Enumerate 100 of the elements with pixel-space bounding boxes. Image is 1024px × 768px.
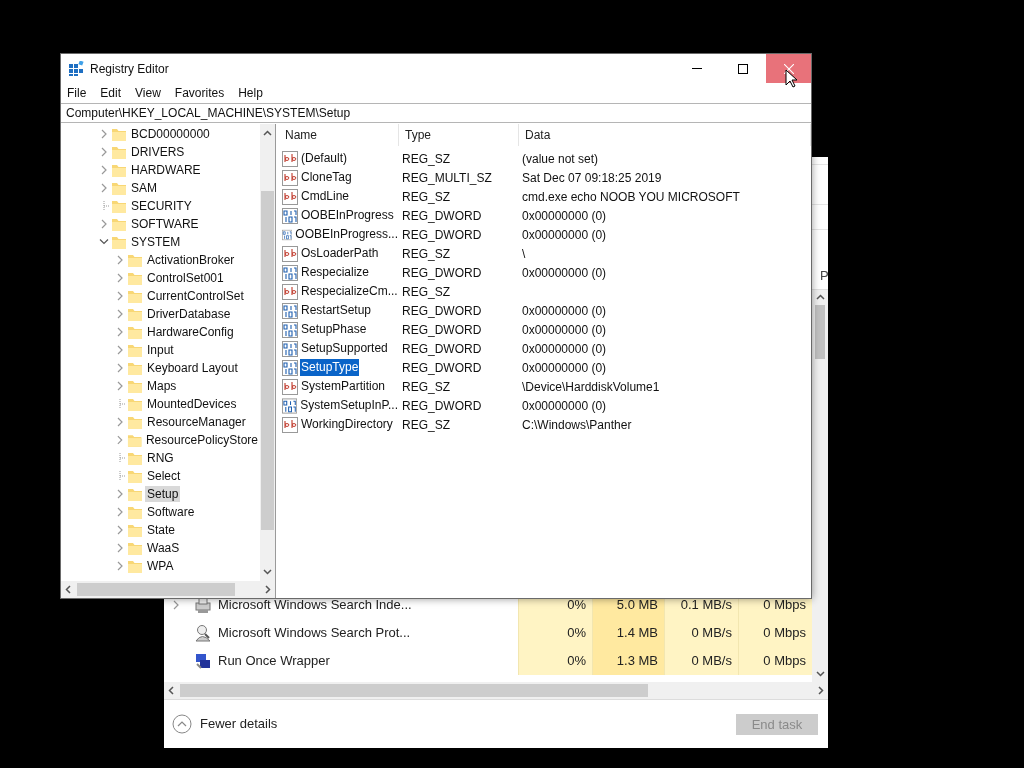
tree-item[interactable]: HardwareConfig <box>145 324 236 340</box>
value-name[interactable]: CloneTag <box>300 169 353 186</box>
printer-icon <box>194 596 212 614</box>
folder-icon <box>127 288 143 304</box>
tree-item[interactable]: State <box>145 522 178 538</box>
tree-item[interactable]: ControlSet001 <box>145 270 226 286</box>
tree-item[interactable]: Input <box>145 342 176 358</box>
horizontal-scrollbar[interactable] <box>61 581 275 598</box>
scroll-down-icon[interactable] <box>263 569 272 575</box>
tree-item[interactable]: HARDWARE <box>129 162 203 178</box>
scroll-down-icon[interactable] <box>815 671 825 677</box>
tree-item[interactable]: BCD00000000 <box>129 126 212 142</box>
tree-item[interactable]: SAM <box>129 180 159 196</box>
tree-item[interactable]: RNG <box>145 450 176 466</box>
tree-item[interactable]: Select <box>145 468 183 484</box>
address-field[interactable]: Computer\HKEY_LOCAL_MACHINE\SYSTEM\Setup <box>61 103 811 123</box>
value-type: REG_DWORD <box>402 398 482 413</box>
folder-icon <box>126 432 142 448</box>
scrollbar-thumb[interactable] <box>77 583 235 596</box>
value-name[interactable]: Respecialize <box>300 264 371 281</box>
menu-item[interactable]: Favorites <box>174 83 225 102</box>
tree-item[interactable]: Maps <box>145 378 179 394</box>
string-value-icon <box>282 416 298 433</box>
value-data: 0x00000000 (0) <box>522 227 607 242</box>
menu-item[interactable]: Help <box>238 83 263 102</box>
folder-icon <box>127 450 143 466</box>
binary-value-icon <box>282 397 298 414</box>
usage-value: 1.4 MB <box>616 624 658 643</box>
value-name[interactable]: SystemSetupInP... <box>299 397 399 414</box>
vertical-scrollbar[interactable] <box>260 124 275 581</box>
value-name[interactable]: OOBEInProgress <box>300 207 395 224</box>
tree-item[interactable]: SYSTEM <box>129 234 183 250</box>
value-type: REG_SZ <box>402 189 450 204</box>
value-name[interactable]: CmdLine <box>300 188 351 205</box>
value-name[interactable]: SystemPartition <box>300 378 387 395</box>
value-data: 0x00000000 (0) <box>522 303 607 318</box>
registry-app-icon <box>68 60 84 77</box>
value-type: REG_DWORD <box>402 265 482 280</box>
folder-icon <box>127 558 143 574</box>
value-name[interactable]: OsLoaderPath <box>300 245 380 262</box>
close-icon <box>783 63 794 74</box>
folder-icon <box>111 180 127 196</box>
tree-item[interactable]: ActivationBroker <box>145 252 237 268</box>
tree-item[interactable]: WPA <box>145 558 176 574</box>
value-name[interactable]: SetupType <box>300 359 360 376</box>
value-name[interactable]: OOBEInProgress... <box>294 226 399 243</box>
scrollbar-thumb[interactable] <box>180 684 648 697</box>
tree-item[interactable]: ResourceManager <box>145 414 248 430</box>
maximize-icon <box>738 63 748 74</box>
scroll-right-icon[interactable] <box>818 686 824 695</box>
tree-item[interactable]: Keyboard Layout <box>145 360 240 376</box>
scrollbar-thumb[interactable] <box>815 305 825 359</box>
tree-item[interactable]: SOFTWARE <box>129 216 201 232</box>
value-type: REG_SZ <box>402 417 450 432</box>
column-header[interactable]: Name <box>279 124 399 146</box>
value-name[interactable]: SetupSupported <box>300 340 389 357</box>
horizontal-scrollbar[interactable] <box>164 682 828 699</box>
user-search-icon <box>194 624 212 642</box>
scroll-left-icon[interactable] <box>65 585 71 594</box>
value-name[interactable]: WorkingDirectory <box>300 416 394 433</box>
fewer-details-button[interactable]: Fewer details <box>172 714 278 734</box>
folder-icon <box>111 198 127 214</box>
scroll-up-icon[interactable] <box>815 294 825 300</box>
menu-item[interactable]: Edit <box>100 83 122 102</box>
close-button[interactable] <box>766 54 811 83</box>
tree-item[interactable]: Setup <box>145 486 181 502</box>
scroll-up-icon[interactable] <box>263 130 272 136</box>
value-name[interactable]: RespecializeCm... <box>300 283 399 300</box>
value-name[interactable]: (Default) <box>300 150 348 167</box>
scroll-left-icon[interactable] <box>168 686 174 695</box>
scrollbar-thumb[interactable] <box>261 191 274 530</box>
tree-item[interactable]: WaaS <box>145 540 182 556</box>
menu-item[interactable]: View <box>135 83 161 102</box>
usage-value: 0% <box>567 652 586 671</box>
folder-icon <box>127 378 143 394</box>
column-header[interactable]: P <box>818 262 828 289</box>
menu-item[interactable]: File <box>67 83 87 102</box>
folder-icon <box>127 396 143 412</box>
tree-item[interactable]: ResourcePolicyStore <box>143 432 260 448</box>
value-name[interactable]: SetupPhase <box>300 321 368 338</box>
process-name: Run Once Wrapper <box>218 652 330 671</box>
vertical-scrollbar[interactable] <box>812 290 828 682</box>
folder-icon <box>127 486 143 502</box>
value-type: REG_DWORD <box>402 303 482 318</box>
column-header[interactable]: Type <box>399 124 519 146</box>
column-header[interactable]: Data <box>519 124 811 146</box>
tree-item[interactable]: CurrentControlSet <box>145 288 246 304</box>
usage-value: 0% <box>567 624 586 643</box>
usage-value: 0 Mbps <box>763 624 806 643</box>
folder-icon <box>111 234 127 250</box>
tree-item[interactable]: MountedDevices <box>145 396 239 412</box>
tree-item[interactable]: DRIVERS <box>129 144 187 160</box>
value-data: (value not set) <box>522 151 599 166</box>
tree-item[interactable]: Software <box>145 504 197 520</box>
value-name[interactable]: RestartSetup <box>300 302 373 319</box>
value-type: REG_DWORD <box>402 341 482 356</box>
scroll-right-icon[interactable] <box>265 585 271 594</box>
folder-icon <box>127 360 143 376</box>
tree-item[interactable]: DriverDatabase <box>145 306 233 322</box>
tree-item[interactable]: SECURITY <box>129 198 194 214</box>
